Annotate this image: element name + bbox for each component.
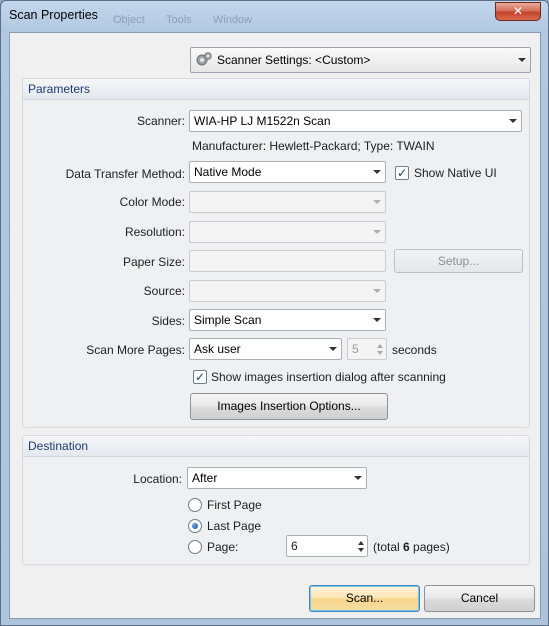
color-mode-label: Color Mode: [119,195,185,209]
scan-properties-window: Scan Properties Object Tools Window ✕ Sc… [0,0,549,626]
total-suffix: pages) [409,540,450,554]
show-native-ui-label[interactable]: Show Native UI [414,166,497,180]
images-insertion-options-button[interactable]: Images Insertion Options... [190,393,388,420]
stepper-up-icon[interactable] [377,344,383,348]
transfer-method-label: Data Transfer Method: [65,167,185,181]
parameters-header: Parameters [23,79,529,100]
page-number-stepper[interactable]: 6 [286,535,368,557]
title-bar[interactable]: Scan Properties Object Tools Window ✕ [1,1,548,31]
page-number-value: 6 [291,539,298,553]
chevron-down-icon [373,289,381,293]
destination-group: Destination [22,435,530,565]
chevron-down-icon [373,318,381,322]
page-radio[interactable] [188,540,202,554]
sides-label: Sides: [151,314,185,328]
insertion-dialog-checkbox[interactable]: ✓ [193,370,207,384]
total-prefix: (total [373,540,404,554]
close-icon: ✕ [512,4,524,18]
first-page-radio[interactable] [188,498,202,512]
seconds-label: seconds [392,343,437,357]
location-label: Location: [133,472,182,486]
gear-icon [195,51,213,69]
location-value: After [192,471,218,485]
chevron-down-icon [329,347,337,351]
seconds-value: 5 [352,342,359,356]
destination-header: Destination [23,436,529,457]
total-count: 6 [403,540,410,554]
chevron-down-icon [373,200,381,204]
first-page-label[interactable]: First Page [207,498,262,512]
stepper-up-icon[interactable] [358,541,364,545]
background-menu-object: Object [113,14,145,26]
chevron-down-icon [518,58,526,62]
cancel-button[interactable]: Cancel [424,585,535,612]
setup-button[interactable]: Setup... [394,249,523,273]
sides-select[interactable]: Simple Scan [189,309,386,331]
stepper-down-icon[interactable] [358,548,364,552]
scanner-select[interactable]: WIA-HP LJ M1522n Scan [189,110,522,132]
last-page-label[interactable]: Last Page [207,519,261,533]
window-title: Scan Properties [9,8,98,22]
source-label: Source: [143,284,185,298]
stepper-down-icon[interactable] [377,351,383,355]
paper-size-label: Paper Size: [122,255,185,269]
manufacturer-info: Manufacturer: Hewlett-Packard; Type: TWA… [192,139,435,153]
source-select[interactable] [189,280,386,302]
close-button[interactable]: ✕ [495,2,541,21]
show-native-ui-checkbox[interactable]: ✓ [395,166,409,180]
scanner-label: Scanner: [136,114,185,128]
total-pages-text: (total 6 pages) [373,540,450,554]
background-menu-window: Window [213,14,253,26]
transfer-method-value: Native Mode [194,165,262,179]
seconds-stepper[interactable]: 5 [347,338,387,360]
sides-value: Simple Scan [194,313,262,327]
transfer-method-select[interactable]: Native Mode [189,161,386,183]
last-page-radio[interactable] [188,519,202,533]
scan-button[interactable]: Scan... [309,585,420,612]
page-label[interactable]: Page: [207,540,238,554]
scanner-settings-combo[interactable]: Scanner Settings: <Custom> [190,47,531,73]
scanner-settings-value: Scanner Settings: <Custom> [217,53,371,67]
resolution-select[interactable] [189,221,386,243]
scan-more-pages-select[interactable]: Ask user [189,338,342,360]
location-select[interactable]: After [187,467,367,489]
scan-more-pages-value: Ask user [194,342,241,356]
color-mode-select[interactable] [189,191,386,213]
chevron-down-icon [354,476,362,480]
dialog-client-area: Scanner Settings: <Custom> Parameters Sc… [9,32,541,619]
chevron-down-icon [373,170,381,174]
resolution-label: Resolution: [124,225,185,239]
background-menu-tools: Tools [166,14,192,26]
scan-more-pages-label: Scan More Pages: [86,343,185,357]
chevron-down-icon [373,230,381,234]
scanner-select-value: WIA-HP LJ M1522n Scan [194,114,331,128]
chevron-down-icon [509,119,517,123]
paper-size-field[interactable] [189,250,386,272]
insertion-dialog-label[interactable]: Show images insertion dialog after scann… [211,370,446,384]
radio-selected-dot [192,523,198,529]
